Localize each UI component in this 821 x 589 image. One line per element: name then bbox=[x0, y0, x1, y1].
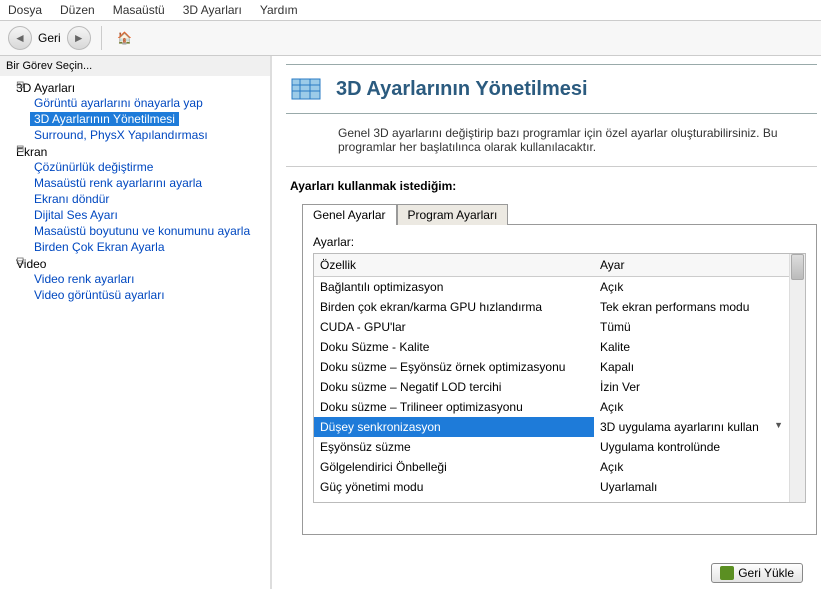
tree-surround-physx[interactable]: Surround, PhysX Yapılandırması bbox=[30, 128, 208, 142]
section-label: Ayarları kullanmak istediğim: bbox=[290, 179, 817, 193]
settings-panel: Ayarlar: Özellik Ayar Bağlantılı optimiz… bbox=[302, 225, 817, 535]
setting-value[interactable]: Kapalı bbox=[594, 357, 805, 377]
tree-preview-settings[interactable]: Görüntü ayarlarını önayarla yap bbox=[30, 96, 203, 110]
back-label: Geri bbox=[38, 31, 61, 45]
setting-feature: Güç yönetimi modu bbox=[314, 477, 594, 497]
setting-value[interactable]: Tek ekran performans modu bbox=[594, 297, 805, 317]
setting-row[interactable]: Gölgelendirici ÖnbelleğiAçık bbox=[314, 457, 805, 477]
sidebar: Bir Görev Seçin... 3D Ayarları Görüntü a… bbox=[0, 56, 272, 589]
page-description: Genel 3D ayarlarını değiştirip bazı prog… bbox=[286, 114, 817, 167]
setting-row[interactable]: Eşyönsüz süzmeUygulama kontrolünde bbox=[314, 437, 805, 457]
dropdown-icon: ▼ bbox=[774, 420, 783, 430]
menu-edit[interactable]: Düzen bbox=[60, 3, 95, 17]
col-setting: Ayar bbox=[594, 254, 805, 276]
home-icon: 🏠 bbox=[117, 31, 132, 45]
toolbar: ◄ Geri ► 🏠 bbox=[0, 21, 821, 56]
tree-manage-3d[interactable]: 3D Ayarlarının Yönetilmesi bbox=[30, 112, 179, 126]
menu-desktop[interactable]: Masaüstü bbox=[113, 3, 165, 17]
setting-row[interactable]: Bağlantılı optimizasyonAçık bbox=[314, 277, 805, 297]
tree-video-color[interactable]: Video renk ayarları bbox=[30, 272, 135, 286]
setting-value[interactable]: Uygulama kontrolünde bbox=[594, 497, 805, 503]
arrow-left-icon: ◄ bbox=[14, 31, 26, 45]
setting-feature: Doku süzme – Trilineer optimizasyonu bbox=[314, 397, 594, 417]
grid-header: Özellik Ayar bbox=[314, 254, 805, 277]
tab-program[interactable]: Program Ayarları bbox=[397, 204, 509, 225]
setting-row[interactable]: Doku süzme – Negatif LOD tercihiİzin Ver bbox=[314, 377, 805, 397]
forward-button[interactable]: ► bbox=[67, 26, 91, 50]
setting-row[interactable]: Birden çok ekran/karma GPU hızlandırmaTe… bbox=[314, 297, 805, 317]
setting-value[interactable]: Tümü bbox=[594, 317, 805, 337]
back-button[interactable]: ◄ bbox=[8, 26, 32, 50]
setting-row[interactable]: Kenar Yumuşatma - AyarlarUygulama kontro… bbox=[314, 497, 805, 503]
tree-cat-video[interactable]: Video Video renk ayarları Video görüntüs… bbox=[16, 256, 268, 304]
setting-value[interactable]: Uyarlamalı bbox=[594, 477, 805, 497]
setting-feature: Doku Süzme - Kalite bbox=[314, 337, 594, 357]
setting-feature: Bağlantılı optimizasyon bbox=[314, 277, 594, 297]
tree-cat-display[interactable]: Ekran Çözünürlük değiştirme Masaüstü ren… bbox=[16, 144, 268, 256]
page-title: 3D Ayarlarının Yönetilmesi bbox=[336, 78, 588, 101]
setting-value[interactable]: Uygulama kontrolünde bbox=[594, 437, 805, 457]
toolbar-separator bbox=[101, 26, 102, 50]
sidebar-title: Bir Görev Seçin... bbox=[0, 56, 270, 76]
home-button[interactable]: 🏠 bbox=[112, 25, 138, 51]
tree-size-pos[interactable]: Masaüstü boyutunu ve konumunu ayarla bbox=[30, 224, 250, 238]
setting-row[interactable]: Doku süzme – Eşyönsüz örnek optimizasyon… bbox=[314, 357, 805, 377]
grid-scrollbar[interactable] bbox=[789, 254, 805, 502]
setting-feature: Doku süzme – Negatif LOD tercihi bbox=[314, 377, 594, 397]
setting-feature: Birden çok ekran/karma GPU hızlandırma bbox=[314, 297, 594, 317]
setting-value[interactable]: Açık bbox=[594, 277, 805, 297]
menu-3d[interactable]: 3D Ayarları bbox=[183, 3, 242, 17]
setting-row[interactable]: Düşey senkronizasyon3D uygulama ayarları… bbox=[314, 417, 805, 437]
tree-rotate[interactable]: Ekranı döndür bbox=[30, 192, 109, 206]
setting-feature: Gölgelendirici Önbelleği bbox=[314, 457, 594, 477]
arrow-right-icon: ► bbox=[73, 31, 85, 45]
menubar: Dosya Düzen Masaüstü 3D Ayarları Yardım bbox=[0, 0, 821, 21]
tree-multi-display[interactable]: Birden Çok Ekran Ayarla bbox=[30, 240, 165, 254]
setting-value[interactable]: Açık bbox=[594, 457, 805, 477]
menu-file[interactable]: Dosya bbox=[8, 3, 42, 17]
scroll-thumb[interactable] bbox=[791, 254, 804, 280]
setting-feature: Doku süzme – Eşyönsüz örnek optimizasyon… bbox=[314, 357, 594, 377]
nvidia-icon bbox=[720, 566, 734, 580]
tree-audio[interactable]: Dijital Ses Ayarı bbox=[30, 208, 118, 222]
setting-row[interactable]: Doku süzme – Trilineer optimizasyonuAçık bbox=[314, 397, 805, 417]
setting-value[interactable]: 3D uygulama ayarlarını kullan▼ bbox=[594, 417, 805, 437]
setting-feature: Düşey senkronizasyon bbox=[314, 417, 594, 437]
settings-grid: Özellik Ayar Bağlantılı optimizasyonAçık… bbox=[313, 253, 806, 503]
tree-color[interactable]: Masaüstü renk ayarlarını ayarla bbox=[30, 176, 202, 190]
restore-label: Geri Yükle bbox=[738, 566, 794, 580]
setting-feature: CUDA - GPU'lar bbox=[314, 317, 594, 337]
tab-global[interactable]: Genel Ayarlar bbox=[302, 204, 397, 225]
restore-button[interactable]: Geri Yükle bbox=[711, 563, 803, 583]
setting-value[interactable]: Kalite bbox=[594, 337, 805, 357]
setting-row[interactable]: CUDA - GPU'larTümü bbox=[314, 317, 805, 337]
setting-row[interactable]: Güç yönetimi moduUyarlamalı bbox=[314, 477, 805, 497]
tree-video-image[interactable]: Video görüntüsü ayarları bbox=[30, 288, 165, 302]
setting-feature: Eşyönsüz süzme bbox=[314, 437, 594, 457]
setting-row[interactable]: Doku Süzme - KaliteKalite bbox=[314, 337, 805, 357]
setting-value[interactable]: İzin Ver bbox=[594, 377, 805, 397]
tree-cat-3d[interactable]: 3D Ayarları Görüntü ayarlarını önayarla … bbox=[16, 80, 268, 144]
page-header: 3D Ayarlarının Yönetilmesi bbox=[286, 64, 817, 114]
table-label: Ayarlar: bbox=[313, 235, 806, 249]
setting-feature: Kenar Yumuşatma - Ayarlar bbox=[314, 497, 594, 503]
task-tree: 3D Ayarları Görüntü ayarlarını önayarla … bbox=[0, 76, 270, 308]
main-panel: 3D Ayarlarının Yönetilmesi Genel 3D ayar… bbox=[272, 56, 821, 589]
tabs: Genel Ayarlar Program Ayarları bbox=[302, 203, 817, 225]
menu-help[interactable]: Yardım bbox=[260, 3, 298, 17]
tree-resolution[interactable]: Çözünürlük değiştirme bbox=[30, 160, 153, 174]
setting-value[interactable]: Açık bbox=[594, 397, 805, 417]
col-feature: Özellik bbox=[314, 254, 594, 276]
page-icon bbox=[286, 69, 326, 109]
